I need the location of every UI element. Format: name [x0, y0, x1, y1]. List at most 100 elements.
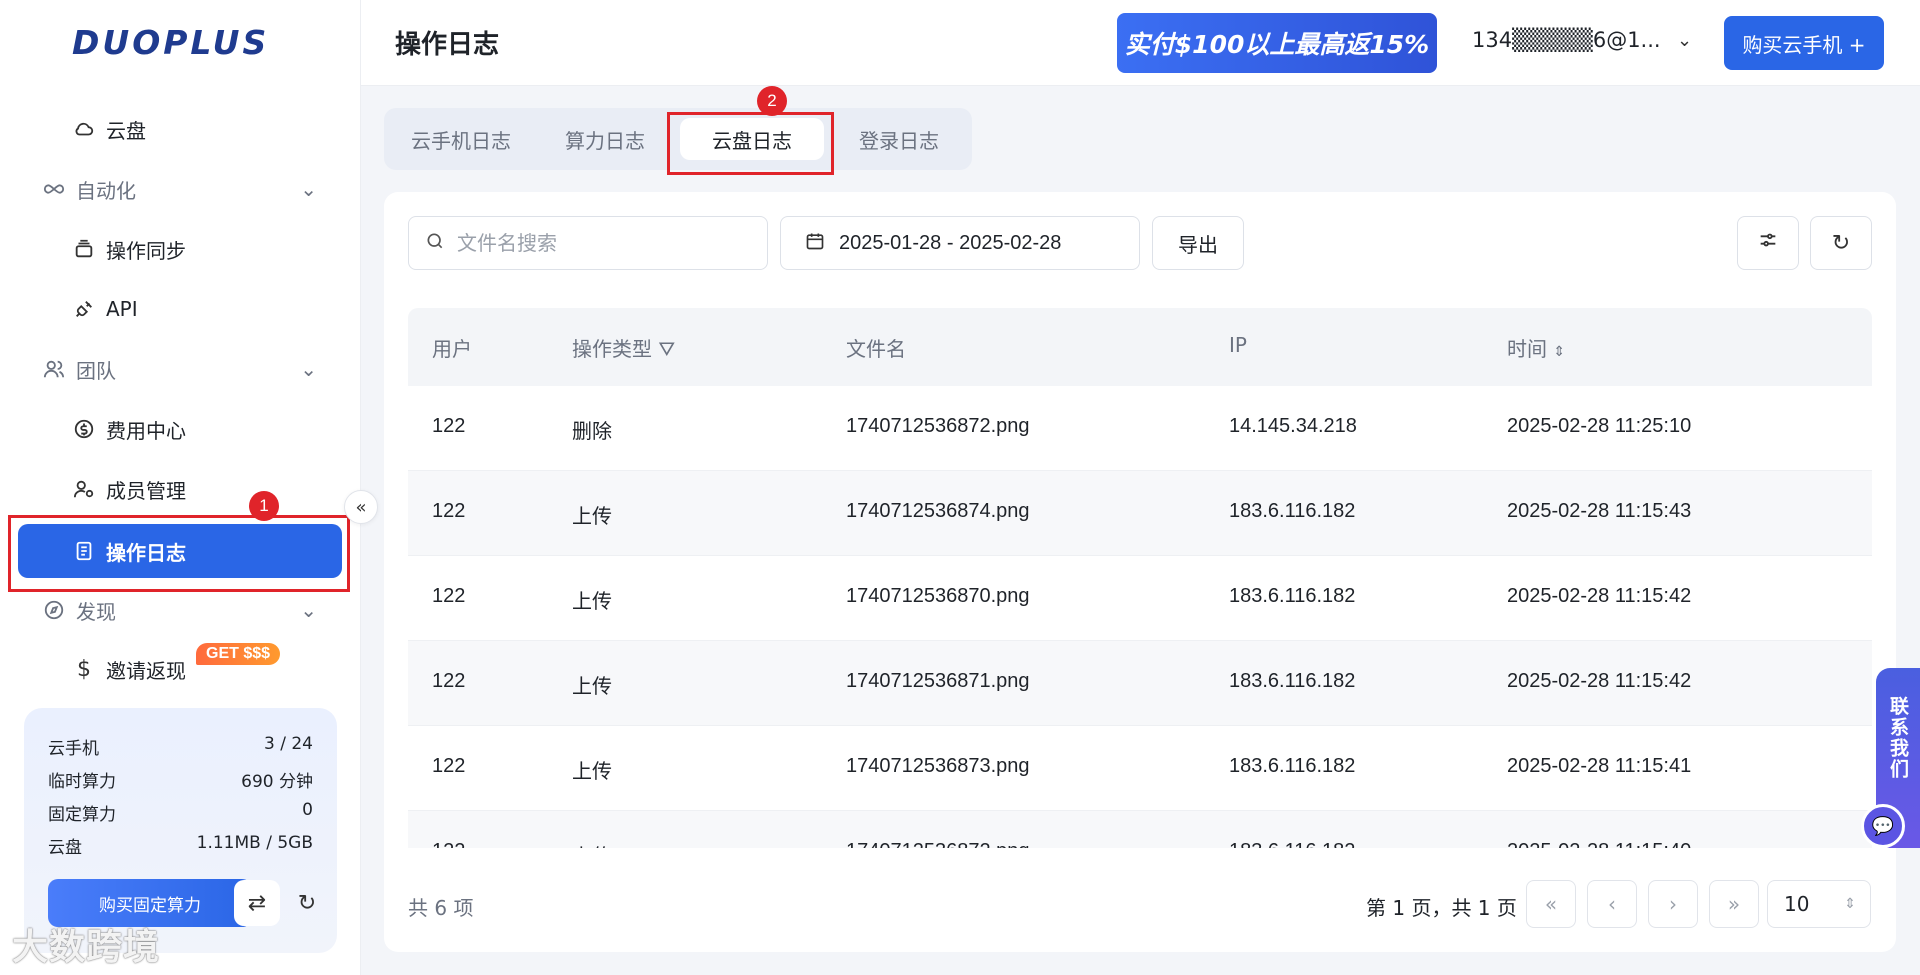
promo-banner[interactable]: 实付$100以上最高返15% — [1117, 13, 1437, 73]
page-info: 第 1 页，共 1 页 — [1366, 896, 1517, 920]
refresh-icon[interactable]: ↻ — [284, 880, 330, 926]
sidebar-group-automation[interactable]: 自动化 ⌄ — [0, 165, 361, 213]
page-size-value: 10 — [1784, 892, 1810, 916]
cell-type: 上传 — [572, 759, 612, 783]
sidebar-item-billing[interactable]: 费用中心 — [0, 405, 361, 453]
sidebar-group-discover[interactable]: 发现 ⌄ — [0, 586, 361, 634]
column-ip: IP — [1229, 333, 1247, 357]
sort-icon[interactable]: ⇕ — [1553, 344, 1565, 360]
cell-user: 122 — [432, 755, 466, 777]
usage-row-cloud-disk: 云盘 1.11MB / 5GB — [48, 833, 313, 858]
chevron-right-icon: › — [1669, 892, 1677, 916]
prev-page-button[interactable]: ‹ — [1587, 880, 1637, 928]
chat-icon[interactable]: 💬 — [1861, 804, 1905, 848]
sidebar-item-label: 费用中心 — [106, 418, 186, 443]
chevron-left-icon: ‹ — [1608, 892, 1616, 916]
sidebar: DUOPLUS 云盘 自动化 ⌄ 操作同步 API 团队 ⌄ 费用中心 成员管理… — [0, 0, 361, 975]
usage-value: 0 — [302, 800, 313, 820]
table-row: 122 上传 1740712536873.png 183.6.116.182 2… — [408, 726, 1872, 811]
users-icon — [42, 357, 66, 381]
page-size-select[interactable]: 10 ⇕ — [1767, 880, 1871, 928]
watermark: 大数跨境 — [12, 927, 161, 968]
sidebar-item-api[interactable]: API — [0, 285, 361, 333]
cell-ip: 14.145.34.218 — [1229, 415, 1357, 437]
annotation-badge-2: 2 — [757, 86, 787, 116]
usage-card: 云手机 3 / 24 临时算力 690 分钟 固定算力 0 云盘 1.11MB / 5G… — [24, 708, 337, 953]
sync-stack-icon — [72, 237, 96, 261]
plug-icon — [72, 297, 96, 321]
column-time[interactable]: 时间 ⇕ — [1507, 333, 1565, 362]
usage-label: 云盘 — [48, 838, 82, 858]
sidebar-item-label: 邀请返现 — [106, 658, 186, 683]
sliders-icon — [1757, 229, 1779, 257]
first-page-button[interactable]: « — [1526, 880, 1576, 928]
table-row: 122 删除 1740712536872.png 14.145.34.218 2… — [408, 386, 1872, 471]
filter-settings-button[interactable] — [1737, 216, 1799, 270]
sidebar-item-label: 发现 — [76, 599, 116, 624]
contact-label: 联系我们 — [1887, 696, 1909, 780]
sidebar-item-sync[interactable]: 操作同步 — [0, 225, 361, 273]
next-page-button[interactable]: › — [1648, 880, 1698, 928]
tab-login-log[interactable]: 登录日志 — [832, 118, 966, 160]
account-name[interactable]: 134▒▒▒▒▒6@1... — [1472, 28, 1661, 52]
usage-value: 690 分钟 — [241, 772, 313, 792]
usage-label: 临时算力 — [48, 772, 116, 792]
cell-time: 2025-02-28 11:15:42 — [1507, 585, 1692, 607]
tab-cloud-phone-log[interactable]: 云手机日志 — [394, 118, 528, 160]
usage-value: 1.11MB / 5GB — [196, 833, 313, 853]
export-button[interactable]: 导出 — [1152, 216, 1244, 270]
table-row: 122 上传 1740712536872.png 183.6.116.182 2… — [408, 811, 1872, 848]
table-row: 122 上传 1740712536874.png 183.6.116.182 2… — [408, 471, 1872, 556]
search-box[interactable] — [408, 216, 768, 270]
cell-user: 122 — [432, 840, 465, 848]
filter-icon[interactable]: ⛛ — [658, 337, 675, 361]
total-count: 共 6 项 — [408, 896, 474, 920]
column-label: 操作类型 — [572, 337, 652, 361]
annotation-box-2 — [667, 112, 834, 175]
refresh-button[interactable]: ↻ — [1810, 216, 1872, 270]
date-range-picker[interactable]: 2025-01-28 - 2025-02-28 — [780, 216, 1140, 270]
annotation-box-1 — [8, 515, 350, 592]
cell-type: 上传 — [572, 840, 612, 848]
sidebar-group-team[interactable]: 团队 ⌄ — [0, 345, 361, 393]
log-card: 2025-01-28 - 2025-02-28 导出 ↻ 用户 操作类型 ⛛ 文… — [384, 192, 1896, 952]
tab-compute-log[interactable]: 算力日志 — [538, 118, 672, 160]
calendar-icon — [805, 231, 825, 256]
dollar-circle-icon — [72, 417, 96, 441]
cell-ip: 183.6.116.182 — [1229, 670, 1356, 692]
cell-ip: 183.6.116.182 — [1229, 500, 1356, 522]
cell-time: 2025-02-28 11:25:10 — [1507, 415, 1692, 437]
sidebar-item-label: API — [106, 297, 138, 321]
column-operation-type[interactable]: 操作类型 ⛛ — [572, 333, 675, 362]
chevron-down-icon[interactable]: ⌄ — [1677, 30, 1692, 51]
sidebar-item-label: 云盘 — [106, 118, 146, 143]
chevron-down-icon: ⌄ — [300, 598, 317, 622]
usage-value: 3 / 24 — [264, 734, 313, 754]
sidebar-item-cloud-disk[interactable]: 云盘 — [0, 105, 361, 153]
sidebar-item-label: 团队 — [76, 358, 116, 383]
cell-ip: 183.6.116.182 — [1229, 755, 1356, 777]
sidebar-item-invite[interactable]: $ 邀请返现 — [0, 645, 361, 693]
last-page-button[interactable]: » — [1709, 880, 1759, 928]
cell-filename: 1740712536871.png — [846, 670, 1030, 692]
sidebar-item-label: 操作同步 — [106, 238, 186, 263]
dollar-icon: $ — [77, 656, 91, 682]
cell-filename: 1740712536873.png — [846, 755, 1030, 777]
usage-label: 固定算力 — [48, 805, 116, 825]
double-chevron-left-icon: « — [355, 496, 367, 518]
swap-icon[interactable]: ⇄ — [234, 880, 280, 926]
buy-cloud-phone-button[interactable]: 购买云手机 + — [1724, 16, 1884, 70]
double-chevron-right-icon: » — [1727, 892, 1741, 916]
cell-time: 2025-02-28 11:15:40 — [1507, 840, 1691, 848]
collapse-sidebar-button[interactable]: « — [344, 490, 378, 524]
cell-filename: 1740712536872.png — [846, 840, 1030, 848]
cell-ip: 183.6.116.182 — [1229, 840, 1355, 848]
usage-row-temp-compute: 临时算力 690 分钟 — [48, 767, 313, 792]
logo[interactable]: DUOPLUS — [72, 22, 269, 62]
sidebar-item-members[interactable]: 成员管理 — [0, 465, 361, 513]
get-cash-badge: GET $$$ — [196, 643, 281, 665]
page-title: 操作日志 — [395, 30, 500, 60]
logo-text: DUOPLUS — [72, 22, 270, 62]
search-input[interactable] — [457, 231, 757, 255]
double-chevron-left-icon: « — [1544, 892, 1558, 916]
